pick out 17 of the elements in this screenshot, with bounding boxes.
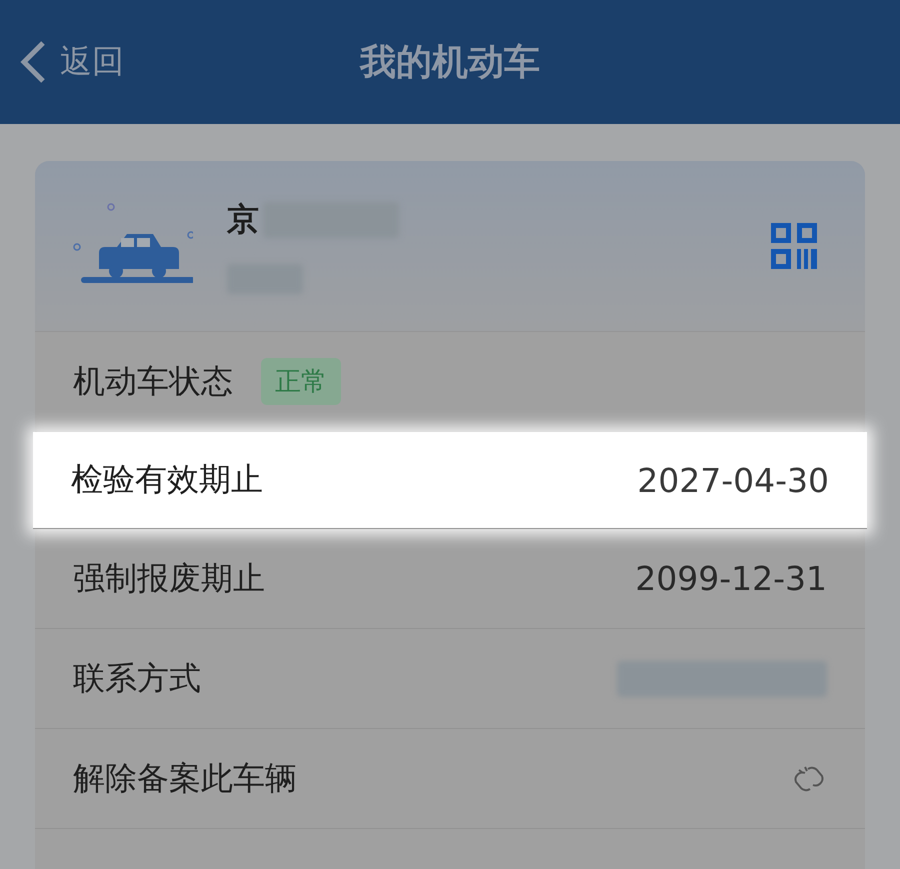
row-label: 联系方式 xyxy=(73,658,201,698)
row-label: 强制报废期止 xyxy=(73,558,265,598)
qr-code-icon[interactable] xyxy=(771,223,817,269)
info-row[interactable]: 强制报废期止 2099-12-31 xyxy=(35,529,865,629)
row-label: 检验有效期止 xyxy=(71,459,263,500)
highlighted-row[interactable]: 检验有效期止 2027-04-30 xyxy=(33,432,867,529)
date-value: 2099-12-31 xyxy=(635,559,827,598)
back-chevron-icon xyxy=(20,41,46,83)
info-row[interactable]: 联系方式 xyxy=(35,629,865,729)
row-label: 解除备案此车辆 xyxy=(73,758,297,798)
page-title: 我的机动车 xyxy=(358,40,541,84)
date-value: 2027-04-30 xyxy=(637,460,829,500)
row-label: 机动车状态 xyxy=(73,360,233,402)
info-row[interactable]: 解除备案此车辆 xyxy=(35,729,865,829)
back-button[interactable]: 返回 xyxy=(0,40,200,84)
status-badge: 正常 xyxy=(261,358,341,405)
plate-prefix: 京 xyxy=(227,199,259,240)
